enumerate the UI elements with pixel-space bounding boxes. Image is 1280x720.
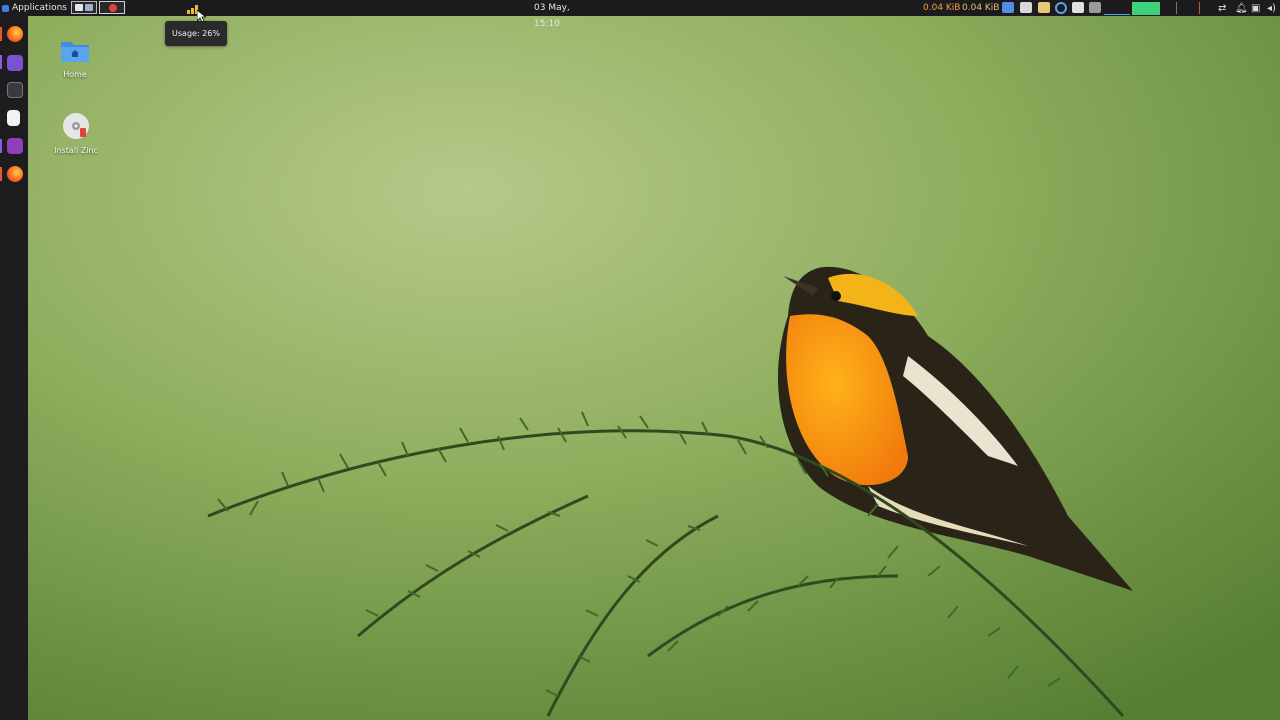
desktop-icon-home[interactable]: Home (45, 38, 105, 79)
cpu-bar (187, 10, 190, 14)
settings-icon[interactable] (7, 138, 23, 154)
memory-graph[interactable] (1132, 2, 1160, 15)
cpu-usage-tooltip: Usage: 26% (165, 21, 227, 46)
panel-separator (1176, 2, 1177, 14)
files-icon[interactable] (7, 55, 23, 71)
top-panel: Applications 03 May, 15:10 0.04 KiB 0.04… (0, 0, 1280, 29)
terminal-icon[interactable] (7, 82, 23, 98)
window-thumbnail-icon (75, 4, 83, 11)
applications-menu-button[interactable]: Applications (2, 0, 67, 16)
network-link-icon[interactable]: ⇄ (1218, 1, 1226, 17)
update-icon[interactable] (1055, 2, 1067, 14)
cpu-bar (191, 7, 194, 14)
desktop-icon-label: Home (63, 70, 87, 79)
wallpaper-image (28, 16, 1280, 720)
window-thumbnail-icon (85, 4, 93, 11)
network-graph[interactable] (1104, 3, 1130, 15)
lock-icon[interactable]: ▣ (1251, 1, 1260, 17)
taskbar-window-browser[interactable] (99, 1, 125, 14)
browser-icon (109, 4, 117, 12)
dock (0, 16, 28, 720)
dock-running-indicator (0, 167, 2, 181)
drive-icon[interactable] (1089, 2, 1101, 13)
clock[interactable]: 03 May, 15:10 (534, 0, 594, 32)
applications-icon (2, 4, 9, 12)
mouse-cursor-icon (197, 10, 206, 23)
desktop-icon-install-zinc[interactable]: Install Zinc (46, 112, 106, 155)
dock-running-indicator (0, 55, 2, 69)
screenshot-icon[interactable] (1020, 2, 1032, 13)
taskbar-window-files[interactable] (71, 1, 97, 14)
home-folder-icon (61, 42, 89, 62)
dock-running-indicator (0, 27, 2, 41)
network-download-speed[interactable]: 0.04 KiB (962, 0, 999, 16)
firefox-icon[interactable] (7, 166, 23, 182)
panel-separator (1199, 2, 1200, 14)
network-upload-speed[interactable]: 0.04 KiB (923, 0, 960, 16)
firefox-icon[interactable] (7, 26, 23, 42)
dock-running-indicator (0, 139, 2, 153)
notification-bell-icon[interactable]: 🔔︎ (1235, 1, 1248, 17)
volume-icon[interactable]: ◂) (1267, 1, 1276, 17)
clipboard-icon[interactable] (1038, 2, 1050, 13)
desktop-icon-label: Install Zinc (54, 146, 98, 155)
text-editor-icon[interactable] (7, 110, 20, 126)
camera-icon[interactable] (1072, 2, 1084, 13)
applications-label: Applications (12, 3, 67, 13)
desktop-wallpaper[interactable] (28, 16, 1280, 720)
disc-installer-icon (63, 113, 89, 139)
display-icon[interactable] (1002, 2, 1014, 13)
